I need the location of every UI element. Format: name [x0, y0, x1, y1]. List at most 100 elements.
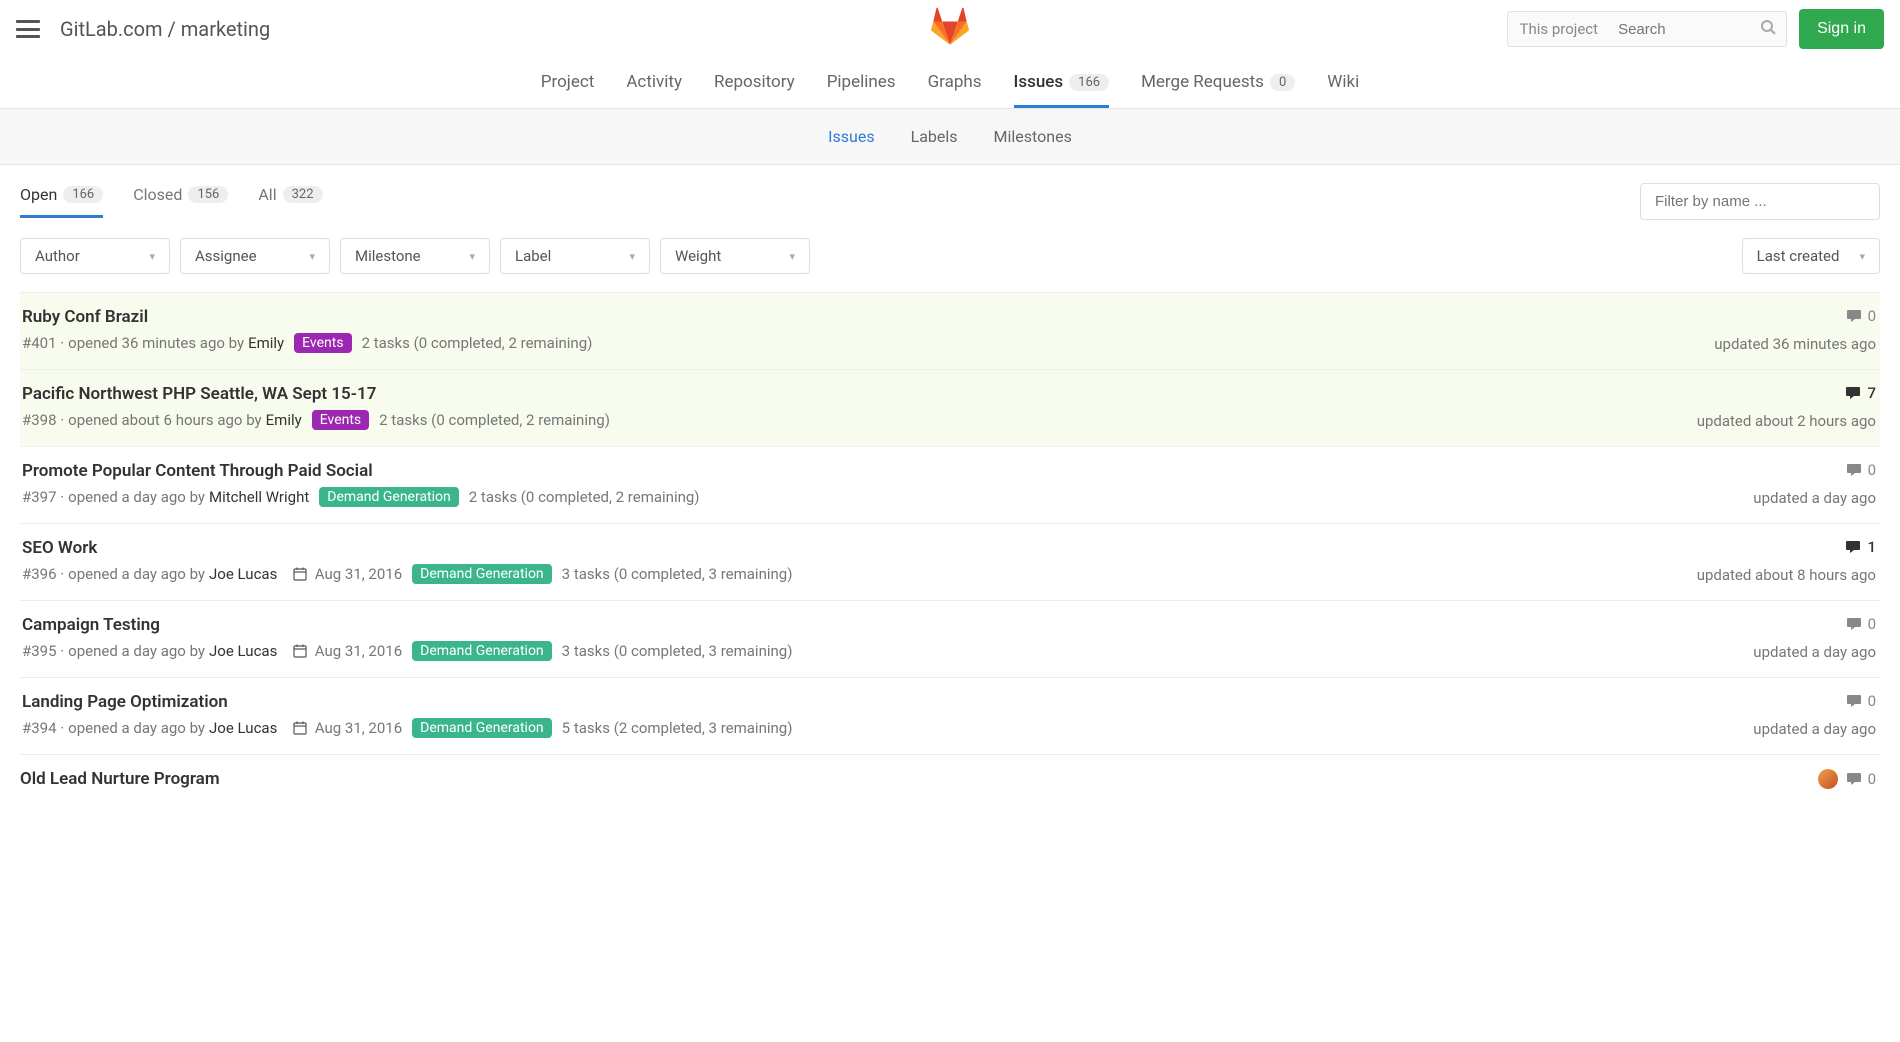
nav-repository[interactable]: Repository: [714, 72, 795, 108]
issue-meta: #398 · opened about 6 hours ago by Emily…: [22, 410, 1660, 430]
nav-pipelines[interactable]: Pipelines: [827, 72, 896, 108]
filter-label-dropdown[interactable]: Label▾: [500, 238, 650, 274]
sort-dropdown[interactable]: Last created▾: [1742, 238, 1880, 274]
filter-name-input[interactable]: [1640, 183, 1880, 220]
issue-meta: #396 · opened a day ago by Joe Lucas Aug…: [22, 564, 1660, 584]
issue-label[interactable]: Demand Generation: [319, 487, 459, 507]
issue-comments[interactable]: 0: [1846, 461, 1876, 479]
issue-label[interactable]: Events: [294, 333, 351, 353]
chevron-down-icon: ▾: [469, 250, 475, 263]
filter-assignee-dropdown[interactable]: Assignee▾: [180, 238, 330, 274]
breadcrumb[interactable]: GitLab.com / marketing: [60, 17, 270, 41]
nav-wiki[interactable]: Wiki: [1327, 72, 1359, 108]
issue-comments[interactable]: 0: [1846, 615, 1876, 633]
issue-title[interactable]: Landing Page Optimization: [22, 692, 1660, 712]
issue-label[interactable]: Demand Generation: [412, 641, 552, 661]
issue-meta: #394 · opened a day ago by Joe Lucas Aug…: [22, 718, 1660, 738]
tab-all-label: All: [258, 185, 276, 204]
issue-title[interactable]: Pacific Northwest PHP Seattle, WA Sept 1…: [22, 384, 1660, 404]
issue-comments[interactable]: 7: [1845, 384, 1876, 402]
nav-issues[interactable]: Issues 166: [1014, 72, 1110, 108]
issue-comments-count: 0: [1868, 307, 1876, 325]
search-box[interactable]: This project: [1507, 11, 1788, 47]
tab-all[interactable]: All 322: [258, 185, 322, 218]
issue-ref: #398 ·: [22, 411, 64, 429]
gitlab-logo-icon[interactable]: [930, 7, 970, 51]
issue-tasks: 2 tasks (0 completed, 2 remaining): [469, 488, 700, 506]
search-icon[interactable]: [1750, 19, 1786, 39]
issue-meta: #397 · opened a day ago by Mitchell Wrig…: [22, 487, 1660, 507]
sign-in-button[interactable]: Sign in: [1799, 9, 1884, 49]
issue-comments[interactable]: 0: [1846, 770, 1876, 788]
issue-title[interactable]: Promote Popular Content Through Paid Soc…: [22, 461, 1660, 481]
nav-merge-requests[interactable]: Merge Requests 0: [1141, 72, 1295, 108]
issue-label[interactable]: Demand Generation: [412, 718, 552, 738]
issue-author[interactable]: Joe Lucas: [209, 719, 277, 737]
hamburger-menu-icon[interactable]: [16, 20, 40, 38]
filter-label-label: Label: [515, 247, 551, 265]
issue-author[interactable]: Mitchell Wright: [209, 488, 309, 506]
issue-title[interactable]: Ruby Conf Brazil: [22, 307, 1660, 327]
top-header: GitLab.com / marketing This project Sign…: [0, 0, 1900, 58]
search-input[interactable]: [1610, 12, 1750, 46]
issue-updated: updated about 2 hours ago: [1697, 412, 1876, 430]
issue-tasks: 5 tasks (2 completed, 3 remaining): [562, 719, 793, 737]
issue-comments-count: 7: [1867, 384, 1876, 402]
filter-weight-label: Weight: [675, 247, 721, 265]
issue-comments[interactable]: 0: [1846, 692, 1876, 710]
nav-graphs[interactable]: Graphs: [928, 72, 982, 108]
issue-row[interactable]: Campaign Testing#395 · opened a day ago …: [20, 601, 1880, 678]
issue-ref: #401 ·: [22, 334, 64, 352]
issue-milestone-date[interactable]: Aug 31, 2016: [315, 565, 402, 583]
issue-ref: #396 ·: [22, 565, 64, 583]
issue-milestone-date[interactable]: Aug 31, 2016: [315, 642, 402, 660]
issue-author[interactable]: Emily: [248, 334, 284, 352]
nav-project[interactable]: Project: [541, 72, 595, 108]
avatar[interactable]: [1818, 769, 1838, 789]
issues-list: Ruby Conf Brazil #401 · opened 36 minutes…: [20, 293, 1880, 755]
issue-milestone-date[interactable]: Aug 31, 2016: [315, 719, 402, 737]
issue-title[interactable]: Old Lead Nurture Program: [20, 769, 220, 789]
issue-author[interactable]: Emily: [266, 411, 302, 429]
calendar-icon: [293, 721, 307, 735]
subnav-issues[interactable]: Issues: [828, 127, 874, 146]
issue-opened: opened a day ago by: [68, 565, 205, 583]
issue-updated: updated about 8 hours ago: [1697, 566, 1876, 584]
issue-row[interactable]: Promote Popular Content Through Paid Soc…: [20, 447, 1880, 524]
calendar-icon: [293, 567, 307, 581]
filter-milestone-dropdown[interactable]: Milestone ▾: [340, 238, 490, 274]
tab-closed-label: Closed: [133, 185, 182, 204]
issue-opened: opened 36 minutes ago by: [68, 334, 244, 352]
issue-title[interactable]: Campaign Testing: [22, 615, 1660, 635]
chevron-down-icon: ▾: [789, 250, 795, 263]
filter-milestone-label: Milestone: [355, 247, 421, 265]
issue-tasks: 3 tasks (0 completed, 3 remaining): [562, 642, 793, 660]
issue-opened: opened a day ago by: [68, 488, 205, 506]
chevron-down-icon: ▾: [309, 250, 315, 263]
issue-updated: updated a day ago: [1753, 489, 1876, 507]
issue-title[interactable]: SEO Work: [22, 538, 1660, 558]
issue-row[interactable]: Pacific Northwest PHP Seattle, WA Sept 1…: [20, 370, 1880, 447]
issue-row[interactable]: Ruby Conf Brazil #401 · opened 36 minutes…: [20, 293, 1880, 370]
issue-label[interactable]: Events: [312, 410, 369, 430]
issue-comments[interactable]: 1: [1845, 538, 1876, 556]
issue-row[interactable]: SEO Work #396 · opened a day ago by Joe L…: [20, 524, 1880, 601]
issue-tasks: 2 tasks (0 completed, 2 remaining): [362, 334, 593, 352]
tab-open[interactable]: Open 166: [20, 185, 103, 218]
filter-weight-dropdown[interactable]: Weight ▾: [660, 238, 810, 274]
tab-closed[interactable]: Closed 156: [133, 185, 228, 218]
issue-tasks: 2 tasks (0 completed, 2 remaining): [379, 411, 610, 429]
filter-author-dropdown[interactable]: Author▾: [20, 238, 170, 274]
issue-opened: opened about 6 hours ago by: [68, 411, 261, 429]
nav-activity[interactable]: Activity: [626, 72, 682, 108]
subnav-labels[interactable]: Labels: [911, 127, 958, 146]
issue-row[interactable]: Old Lead Nurture Program 0: [20, 755, 1880, 789]
issue-comments[interactable]: 0: [1846, 307, 1876, 325]
issue-comments-count: 0: [1868, 692, 1876, 710]
issue-meta: #401 · opened 36 minutes ago by Emily Eve…: [22, 333, 1660, 353]
issue-author[interactable]: Joe Lucas: [209, 642, 277, 660]
issue-author[interactable]: Joe Lucas: [209, 565, 277, 583]
subnav-milestones[interactable]: Milestones: [994, 127, 1072, 146]
issue-row[interactable]: Landing Page Optimization #394 · opened a…: [20, 678, 1880, 755]
issue-label[interactable]: Demand Generation: [412, 564, 552, 584]
